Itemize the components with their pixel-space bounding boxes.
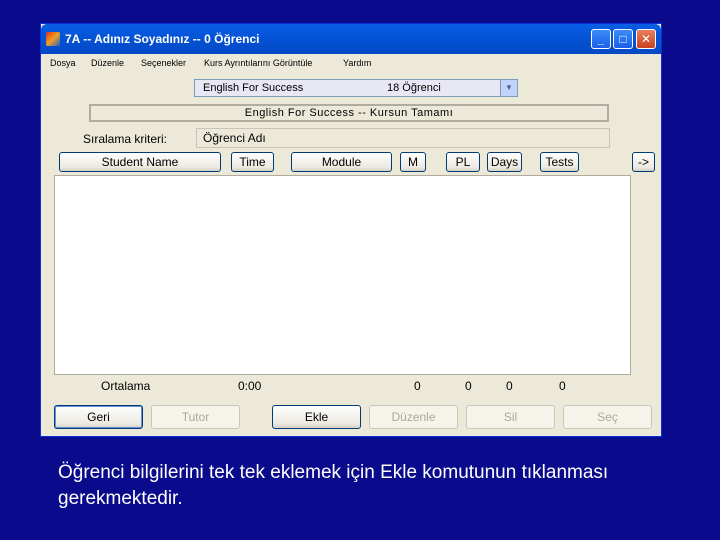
column-module[interactable]: Module: [291, 152, 392, 172]
column-tests[interactable]: Tests: [540, 152, 579, 172]
student-count: 18 Öğrenci: [387, 82, 441, 94]
sort-label: Sıralama kriteri:: [83, 132, 168, 146]
back-button[interactable]: Geri: [54, 405, 143, 429]
column-m[interactable]: M: [400, 152, 426, 172]
menu-edit[interactable]: Düzenle: [91, 58, 124, 68]
tutor-button[interactable]: Tutor: [151, 405, 240, 429]
column-time[interactable]: Time: [231, 152, 274, 172]
maximize-button[interactable]: □: [613, 29, 633, 49]
column-student-name[interactable]: Student Name: [59, 152, 221, 172]
edit-button[interactable]: Düzenle: [369, 405, 458, 429]
window-title: 7A -- Adınız Soyadınız -- 0 Öğrenci: [65, 32, 260, 46]
menu-help[interactable]: Yardım: [343, 58, 371, 68]
average-days: 0: [506, 379, 513, 393]
average-pl: 0: [465, 379, 472, 393]
slide-caption: Öğrenci bilgilerini tek tek eklemek için…: [58, 462, 609, 509]
menu-bar: Dosya Düzenle Seçenekler Kurs Ayrıntılar…: [41, 54, 661, 74]
average-tests: 0: [559, 379, 566, 393]
sort-value: Öğrenci Adı: [196, 128, 610, 148]
student-list[interactable]: [54, 175, 631, 375]
column-days[interactable]: Days: [487, 152, 522, 172]
menu-file[interactable]: Dosya: [50, 58, 76, 68]
select-button[interactable]: Seç: [563, 405, 652, 429]
close-button[interactable]: ✕: [636, 29, 656, 49]
average-m: 0: [414, 379, 421, 393]
menu-course-details[interactable]: Kurs Ayrıntılarını Görüntüle: [204, 58, 312, 68]
menu-options[interactable]: Seçenekler: [141, 58, 186, 68]
average-time: 0:00: [238, 379, 262, 393]
chevron-down-icon[interactable]: ▼: [500, 80, 517, 96]
column-next-button[interactable]: ->: [632, 152, 655, 172]
average-label: Ortalama: [101, 379, 151, 393]
title-bar[interactable]: 7A -- Adınız Soyadınız -- 0 Öğrenci _ □ …: [41, 24, 661, 54]
delete-button[interactable]: Sil: [466, 405, 555, 429]
app-icon: [46, 32, 60, 46]
course-name: English For Success: [203, 82, 304, 94]
app-window: 7A -- Adınız Soyadınız -- 0 Öğrenci _ □ …: [40, 23, 662, 437]
minimize-button[interactable]: _: [591, 29, 611, 49]
course-dropdown[interactable]: English For Success 18 Öğrenci ▼: [194, 79, 518, 97]
add-button[interactable]: Ekle: [272, 405, 361, 429]
course-banner: English For Success -- Kursun Tamamı: [89, 104, 609, 122]
column-pl[interactable]: PL: [446, 152, 480, 172]
